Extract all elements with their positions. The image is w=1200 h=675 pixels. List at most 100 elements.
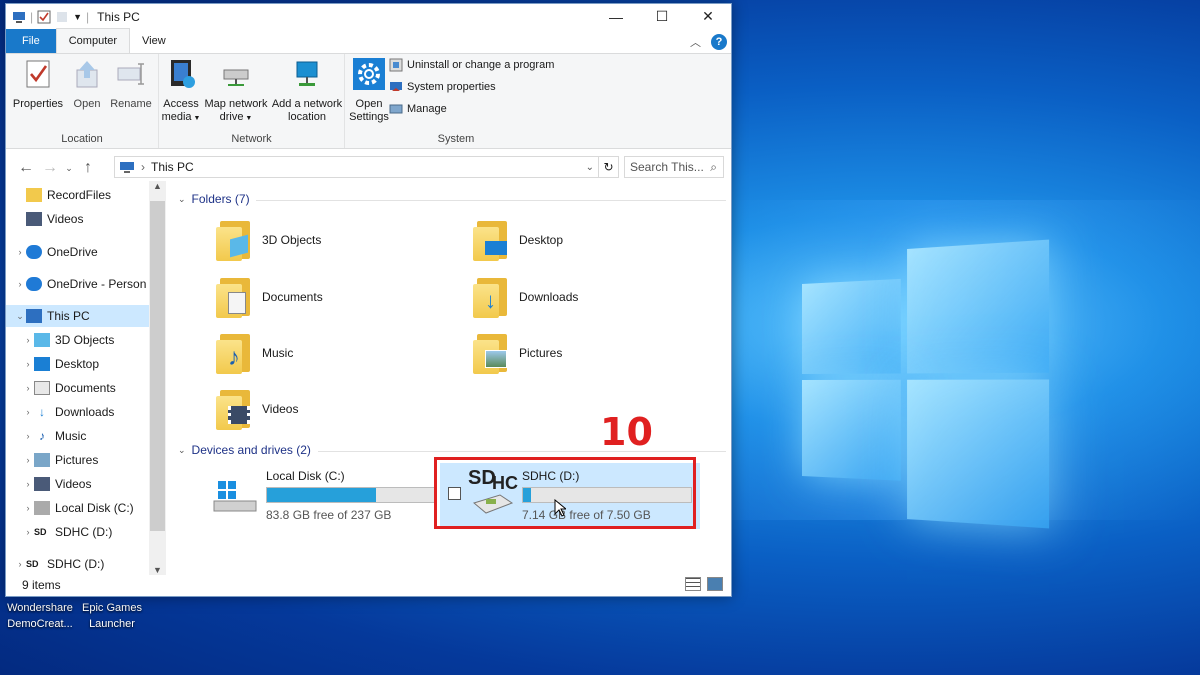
chevron-right-icon[interactable]: › [14, 559, 26, 569]
breadcrumb-this-pc[interactable]: This PC [151, 160, 194, 174]
folder-desktop[interactable]: Desktop [473, 219, 563, 261]
folder-videos[interactable]: Videos [216, 388, 298, 430]
devices-section-header[interactable]: ⌄ Devices and drives (2) [178, 443, 311, 457]
computer-icon[interactable] [12, 10, 26, 24]
properties-icon [26, 60, 50, 88]
add-network-location-button[interactable]: Add a network location [271, 58, 343, 124]
chevron-right-icon[interactable]: › [22, 383, 34, 393]
chevron-right-icon[interactable]: › [22, 335, 34, 345]
nav-item-sdhc-root[interactable]: › SD SDHC (D:) [14, 553, 105, 575]
chevron-down-icon: ▼ [191, 115, 201, 122]
refresh-button[interactable]: ↻ [599, 156, 619, 178]
tab-computer[interactable]: Computer [55, 28, 131, 53]
3d-objects-icon [34, 333, 50, 347]
folder-pictures[interactable]: Pictures [473, 332, 562, 374]
nav-item-recordfiles[interactable]: RecordFiles [26, 184, 111, 206]
chevron-right-icon[interactable]: › [22, 359, 34, 369]
navigation-pane: RecordFiles Videos › OneDrive › OneDrive… [6, 181, 166, 575]
tab-view[interactable]: View [130, 29, 178, 53]
open-settings-button[interactable]: Open Settings [349, 58, 389, 124]
back-arrow-icon[interactable]: ← [14, 159, 38, 177]
downloads-icon: ↓ [39, 405, 45, 419]
chevron-down-icon: ▼ [243, 115, 253, 122]
nav-item-onedrive[interactable]: › OneDrive [14, 241, 98, 263]
map-network-drive-icon [223, 69, 249, 86]
chevron-down-icon: ⌄ [178, 444, 186, 455]
chevron-right-icon[interactable]: › [22, 479, 34, 489]
tab-file[interactable]: File [6, 29, 56, 53]
search-input[interactable]: Search This... ⌕ [624, 156, 724, 178]
chevron-right-icon[interactable]: › [22, 503, 34, 513]
chevron-right-icon[interactable]: › [14, 279, 26, 289]
chevron-right-icon[interactable]: › [22, 431, 34, 441]
ribbon-group-network: Access media ▼ Map network drive ▼ Add a… [159, 54, 345, 148]
nav-item-music[interactable]: › ♪ Music [22, 425, 87, 447]
address-dropdown-icon[interactable]: ⌄ [586, 162, 594, 173]
maximize-button[interactable]: ☐ [639, 4, 685, 29]
minimize-button[interactable]: — [593, 4, 639, 29]
nav-item-pictures[interactable]: › Pictures [22, 449, 98, 471]
chevron-right-icon[interactable]: › [22, 527, 34, 537]
ribbon-group-system: Open Settings Uninstall or change a prog… [349, 58, 555, 145]
nav-item-desktop[interactable]: › Desktop [22, 353, 99, 375]
map-network-drive-button[interactable]: Map network drive ▼ [203, 58, 269, 125]
windows-logo [802, 239, 1050, 529]
properties-button[interactable]: Properties [12, 58, 64, 111]
folder-downloads[interactable]: ↓ Downloads [473, 276, 578, 318]
chevron-right-icon[interactable]: › [22, 455, 34, 465]
desktop-icon-wondershare[interactable]: Wondershare DemoCreat... [2, 600, 78, 632]
nav-item-documents[interactable]: › Documents [22, 377, 116, 399]
nav-item-videos-pc[interactable]: › Videos [22, 473, 91, 495]
system-properties-icon [390, 82, 402, 91]
access-media-button[interactable]: Access media ▼ [161, 58, 201, 125]
folders-section-header[interactable]: ⌄ Folders (7) [178, 192, 250, 206]
rename-button[interactable]: Rename [108, 58, 154, 111]
details-view-icon[interactable] [685, 577, 701, 591]
folder-pictures-icon [473, 332, 509, 374]
forward-arrow-icon[interactable]: → [38, 159, 62, 177]
system-properties-button[interactable]: System properties [389, 80, 496, 94]
sdhc-icon: SD [34, 527, 47, 537]
up-arrow-icon[interactable]: ↑ [76, 159, 100, 177]
uninstall-program-button[interactable]: Uninstall or change a program [389, 58, 554, 72]
nav-item-onedrive-personal[interactable]: › OneDrive - Person [14, 273, 146, 295]
folder-icon [26, 188, 42, 202]
drive-c-usage-bar [266, 487, 436, 503]
documents-icon [34, 381, 50, 395]
nav-scrollbar[interactable]: ▲ ▼ [149, 181, 166, 575]
scrollbar-thumb[interactable] [150, 201, 165, 531]
nav-item-videos[interactable]: Videos [26, 208, 83, 230]
help-icon[interactable]: ? [711, 34, 727, 50]
search-icon: ⌕ [710, 159, 717, 174]
settings-gear-icon [353, 58, 385, 90]
folder-music[interactable]: ♪ Music [216, 332, 293, 374]
nav-item-downloads[interactable]: › ↓ Downloads [22, 401, 115, 423]
window-title: This PC [97, 9, 140, 24]
chevron-down-icon[interactable]: ⌄ [14, 311, 26, 322]
folder-3d-objects[interactable]: 3D Objects [216, 219, 321, 261]
new-folder-icon[interactable] [55, 10, 69, 24]
recent-locations-icon[interactable]: ⌄ [62, 163, 76, 174]
desktop-icon-epic-games[interactable]: Epic Games Launcher [78, 600, 146, 632]
open-button[interactable]: Open [68, 58, 106, 111]
item-count: 9 items [22, 578, 61, 592]
address-bar[interactable]: › This PC ⌄ [114, 156, 599, 178]
pictures-icon [34, 453, 50, 467]
customize-toolbar-icon[interactable]: ▼ [73, 12, 82, 22]
access-media-icon [171, 60, 195, 88]
nav-item-sdhc[interactable]: › SD SDHC (D:) [22, 521, 113, 543]
properties-check-icon[interactable] [37, 10, 51, 24]
nav-item-3d-objects[interactable]: › 3D Objects [22, 329, 114, 351]
chevron-right-icon[interactable]: › [14, 247, 26, 257]
manage-button[interactable]: Manage [389, 102, 447, 116]
breadcrumb-separator-icon: › [141, 160, 145, 174]
nav-item-local-disk[interactable]: › Local Disk (C:) [22, 497, 134, 519]
folder-documents[interactable]: Documents [216, 276, 323, 318]
collapse-ribbon-icon[interactable]: ︿ [690, 34, 701, 50]
large-icons-view-icon[interactable] [707, 577, 723, 591]
close-button[interactable]: ✕ [685, 4, 731, 29]
nav-item-this-pc[interactable]: ⌄ This PC [6, 305, 149, 327]
scroll-up-icon[interactable]: ▲ [149, 181, 166, 191]
chevron-right-icon[interactable]: › [22, 407, 34, 417]
folder-documents-icon [216, 276, 252, 318]
